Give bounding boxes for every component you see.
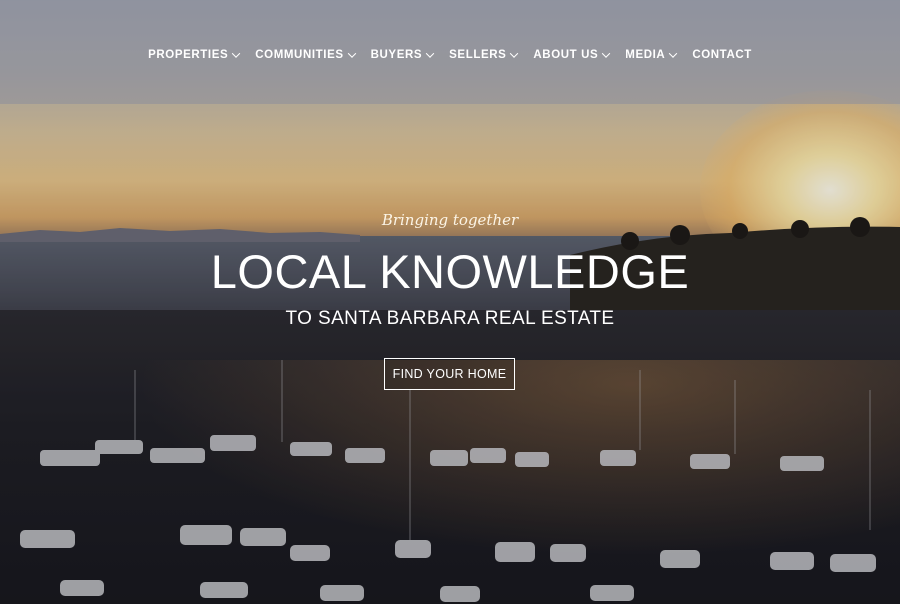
nav-item-buyers[interactable]: BUYERS: [370, 49, 435, 61]
nav-item-label: MEDIA: [625, 49, 666, 61]
find-your-home-button[interactable]: FIND YOUR HOME: [384, 358, 515, 390]
chevron-down-icon: [510, 49, 519, 58]
nav-item-communities[interactable]: COMMUNITIES: [255, 49, 356, 61]
chevron-down-icon: [425, 49, 435, 58]
main-navigation: PROPERTIES COMMUNITIES BUYERS SELLERS AB…: [0, 49, 900, 61]
nav-item-label: BUYERS: [370, 49, 423, 61]
nav-item-label: ABOUT US: [533, 49, 599, 61]
nav-item-about-us[interactable]: ABOUT US: [533, 49, 611, 61]
chevron-down-icon: [232, 49, 241, 58]
hero-headline: LOCAL KNOWLEDGE: [210, 245, 690, 298]
chevron-down-icon: [347, 49, 356, 58]
hero-tagline: Bringing together: [381, 211, 519, 229]
nav-item-label: PROPERTIES: [148, 49, 229, 61]
hero-subheadline: TO SANTA BARBARA REAL ESTATE: [285, 308, 615, 329]
nav-item-label: SELLERS: [449, 49, 507, 61]
chevron-down-icon: [669, 49, 678, 58]
nav-item-properties[interactable]: PROPERTIES: [148, 49, 241, 61]
nav-item-contact[interactable]: CONTACT: [692, 49, 752, 61]
chevron-down-icon: [602, 49, 611, 58]
nav-item-label: COMMUNITIES: [255, 49, 344, 61]
site-header: PROPERTIES COMMUNITIES BUYERS SELLERS AB…: [0, 0, 900, 104]
nav-item-media[interactable]: MEDIA: [625, 49, 678, 61]
nav-item-label: CONTACT: [692, 49, 752, 61]
nav-item-sellers[interactable]: SELLERS: [449, 49, 519, 61]
